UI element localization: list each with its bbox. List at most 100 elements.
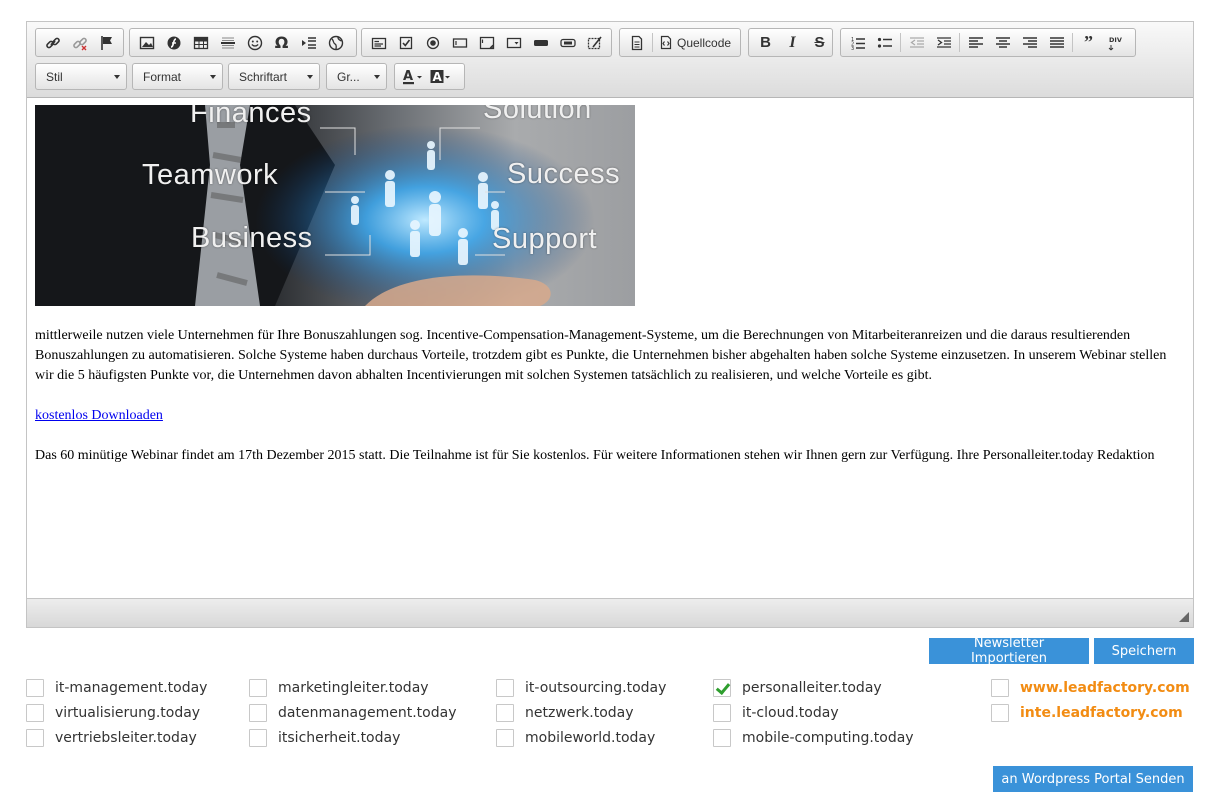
checkbox[interactable] bbox=[26, 729, 44, 747]
portal-label: it-management.today bbox=[55, 680, 208, 696]
portal-checkbox-www-leadfactory[interactable]: www.leadfactory.com bbox=[991, 678, 1190, 698]
checkbox[interactable] bbox=[249, 729, 267, 747]
text-field-icon[interactable] bbox=[446, 31, 473, 54]
toolbar-group-forms bbox=[361, 28, 612, 57]
portal-checkbox-it-management[interactable]: it-management.today bbox=[26, 678, 207, 698]
portal-label: marketingleiter.today bbox=[278, 680, 429, 696]
italic-icon[interactable]: I bbox=[779, 31, 806, 54]
flash-icon[interactable] bbox=[160, 31, 187, 54]
rich-text-editor: Ω Quellcode B I S 1 2 3 ” DIV Stil Forma… bbox=[26, 21, 1194, 628]
portal-label: mobile-computing.today bbox=[742, 730, 914, 746]
checkbox[interactable] bbox=[26, 704, 44, 722]
radio-icon[interactable] bbox=[419, 31, 446, 54]
save-button[interactable]: Speichern bbox=[1094, 638, 1194, 664]
anchor-flag-icon[interactable] bbox=[93, 31, 120, 54]
hero-image: Finances Solution Teamwork Success Busin… bbox=[35, 105, 635, 306]
portal-checkbox-mobile-computing[interactable]: mobile-computing.today bbox=[713, 728, 914, 748]
special-char-omega-icon[interactable]: Ω bbox=[268, 31, 295, 54]
font-combo[interactable]: Schriftart bbox=[228, 63, 320, 90]
checkbox[interactable] bbox=[991, 704, 1009, 722]
outdent-icon[interactable] bbox=[903, 31, 930, 54]
font-size-combo[interactable]: Gr... bbox=[326, 63, 387, 90]
checkbox[interactable] bbox=[249, 679, 267, 697]
text-color-icon[interactable]: A bbox=[399, 65, 427, 88]
font-combo-label: Schriftart bbox=[239, 69, 288, 84]
webinar-paragraph: Das 60 minütige Webinar findet am 17th D… bbox=[35, 448, 1155, 463]
source-code-label: Quellcode bbox=[677, 35, 732, 50]
smiley-icon[interactable] bbox=[241, 31, 268, 54]
image-icon[interactable] bbox=[133, 31, 160, 54]
portal-label: netzwerk.today bbox=[525, 705, 634, 721]
portal-checkbox-inte-leadfactory[interactable]: inte.leadfactory.com bbox=[991, 703, 1183, 723]
portal-checkbox-netzwerk[interactable]: netzwerk.today bbox=[496, 703, 634, 723]
indent-icon[interactable] bbox=[930, 31, 957, 54]
bold-icon[interactable]: B bbox=[752, 31, 779, 54]
hero-word-teamwork: Teamwork bbox=[142, 159, 279, 191]
align-center-icon[interactable] bbox=[989, 31, 1016, 54]
style-combo[interactable]: Stil bbox=[35, 63, 127, 90]
checkbox[interactable] bbox=[991, 679, 1009, 697]
newsletter-import-button[interactable]: Newsletter Importieren bbox=[929, 636, 1089, 666]
select-field-icon[interactable] bbox=[500, 31, 527, 54]
format-combo[interactable]: Format bbox=[132, 63, 223, 90]
form-icon[interactable] bbox=[365, 31, 392, 54]
portal-checkbox-marketingleiter[interactable]: marketingleiter.today bbox=[249, 678, 429, 698]
portal-label: it-cloud.today bbox=[742, 705, 839, 721]
hero-word-business: Business bbox=[191, 222, 313, 254]
portal-checkbox-vertriebsleiter[interactable]: vertriebsleiter.today bbox=[26, 728, 197, 748]
portal-label: mobileworld.today bbox=[525, 730, 656, 746]
table-icon[interactable] bbox=[187, 31, 214, 54]
portal-label: datenmanagement.today bbox=[278, 705, 457, 721]
align-right-icon[interactable] bbox=[1016, 31, 1043, 54]
portal-checkbox-it-cloud[interactable]: it-cloud.today bbox=[713, 703, 839, 723]
toolbar-group-insert: Ω bbox=[129, 28, 357, 57]
portal-checkbox-virtualisierung[interactable]: virtualisierung.today bbox=[26, 703, 200, 723]
portal-label: virtualisierung.today bbox=[55, 705, 201, 721]
chevron-down-icon bbox=[210, 75, 216, 79]
send-to-wordpress-button[interactable]: an Wordpress Portal Senden bbox=[993, 766, 1193, 792]
checkbox[interactable] bbox=[713, 729, 731, 747]
unlink-icon[interactable] bbox=[66, 31, 93, 54]
div-container-icon[interactable]: DIV bbox=[1102, 31, 1129, 54]
link-icon[interactable] bbox=[39, 31, 66, 54]
horizontal-line-icon[interactable] bbox=[214, 31, 241, 54]
checkbox[interactable] bbox=[496, 679, 514, 697]
resize-handle-icon[interactable] bbox=[1179, 612, 1189, 622]
strikethrough-icon[interactable]: S bbox=[806, 31, 833, 54]
portal-checkbox-itsicherheit[interactable]: itsicherheit.today bbox=[249, 728, 400, 748]
portal-checkbox-personalleiter[interactable]: personalleiter.today bbox=[713, 678, 882, 698]
iframe-globe-icon[interactable] bbox=[322, 31, 349, 54]
portal-label: www.leadfactory.com bbox=[1020, 680, 1190, 696]
button-field-icon[interactable] bbox=[527, 31, 554, 54]
portal-checkbox-mobileworld[interactable]: mobileworld.today bbox=[496, 728, 655, 748]
toolbar-separator bbox=[900, 33, 901, 52]
portal-checkbox-it-outsourcing[interactable]: it-outsourcing.today bbox=[496, 678, 666, 698]
background-color-icon[interactable]: A bbox=[427, 65, 455, 88]
document-icon[interactable] bbox=[623, 31, 650, 54]
source-code-button[interactable]: Quellcode bbox=[655, 31, 735, 54]
toolbar-separator bbox=[959, 33, 960, 52]
textarea-icon[interactable] bbox=[473, 31, 500, 54]
align-justify-icon[interactable] bbox=[1043, 31, 1070, 54]
image-button-icon[interactable] bbox=[554, 31, 581, 54]
svg-text:DIV: DIV bbox=[1109, 36, 1122, 44]
download-link[interactable]: kostenlos Downloaden bbox=[35, 408, 163, 423]
checkbox[interactable] bbox=[496, 704, 514, 722]
numbered-list-icon[interactable]: 123 bbox=[844, 31, 871, 54]
page-break-icon[interactable] bbox=[295, 31, 322, 54]
align-left-icon[interactable] bbox=[962, 31, 989, 54]
checkbox[interactable] bbox=[26, 679, 44, 697]
portal-checkbox-datenmanagement[interactable]: datenmanagement.today bbox=[249, 703, 456, 723]
checkbox[interactable] bbox=[249, 704, 267, 722]
format-combo-label: Format bbox=[143, 69, 182, 84]
editor-statusbar bbox=[27, 598, 1193, 627]
toolbar-group-paragraph: 123 ” DIV bbox=[840, 28, 1136, 57]
hidden-field-icon[interactable] bbox=[581, 31, 608, 54]
checkbox-checked[interactable] bbox=[713, 679, 731, 697]
editor-content[interactable]: Finances Solution Teamwork Success Busin… bbox=[27, 98, 1193, 598]
checkbox-icon[interactable] bbox=[392, 31, 419, 54]
bullet-list-icon[interactable] bbox=[871, 31, 898, 54]
checkbox[interactable] bbox=[496, 729, 514, 747]
checkbox[interactable] bbox=[713, 704, 731, 722]
blockquote-icon[interactable]: ” bbox=[1075, 31, 1102, 54]
